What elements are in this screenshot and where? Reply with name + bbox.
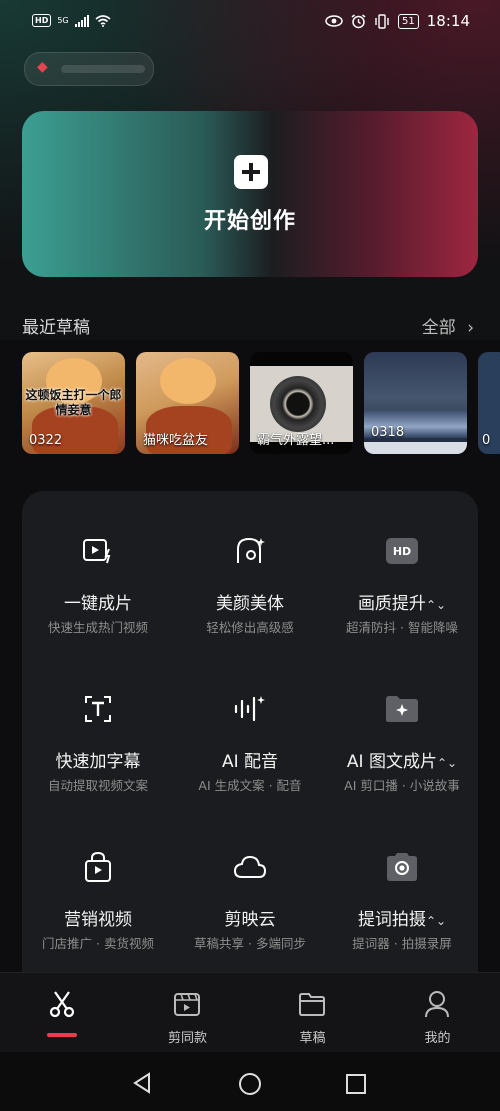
battery-icon: 51 (398, 13, 419, 29)
tool-name: 美颜美体 (216, 594, 284, 614)
folder-sparkle-icon (384, 691, 420, 727)
tool-name: 画质提升 (357, 594, 426, 614)
draft-card[interactable]: 猫咪吃盆友 (136, 352, 239, 454)
draft-caption: 0 (482, 433, 491, 448)
vibrate-icon (375, 13, 389, 29)
tool-name: 剪映云 (224, 910, 276, 930)
expand-chevron-icon: ⌃⌄ (425, 914, 447, 928)
expand-chevron-icon: ⌃⌄ (436, 756, 458, 770)
tool-subtitle: 轻松修出高级感 (206, 620, 294, 635)
blurred-username (61, 65, 145, 73)
tool-quality-enhance[interactable]: HD 画质提升⌃⌄ 超清防抖 · 智能降噪 (326, 491, 478, 635)
tool-subtitle: 草稿共享 · 多端同步 (194, 936, 306, 951)
tool-name-row: AI 图文成片⌃⌄ (326, 747, 478, 772)
all-drafts-link[interactable]: 全部 › (422, 313, 474, 338)
system-nav-bar (0, 1052, 500, 1111)
draft-card[interactable]: 0 (478, 352, 500, 454)
tools-panel: 一键成片 快速生成热门视频 美颜美体 轻松修出高级感 HD 画质提升⌃⌄ 超清防… (22, 491, 478, 1011)
tool-one-click-video[interactable]: 一键成片 快速生成热门视频 (22, 491, 174, 635)
shopping-bag-icon (80, 849, 116, 885)
draft-card[interactable]: 霸气外露望... (250, 352, 353, 454)
tool-name: 提词拍摄 (357, 910, 426, 930)
recents-icon[interactable] (345, 1073, 367, 1095)
plus-icon (234, 155, 268, 189)
tool-ai-image-text-video[interactable]: AI 图文成片⌃⌄ AI 剪口播 · 小说故事 (326, 649, 478, 793)
diamond-icon: ◆ (37, 59, 48, 75)
hd-icon: HD (384, 533, 420, 569)
status-bar: HD 5G 51 18:14 (0, 0, 500, 46)
voice-wave-icon (232, 691, 268, 727)
cat-thumbnail (160, 358, 216, 404)
nav-profile[interactable]: 我的 (375, 973, 500, 1053)
profile-icon (425, 991, 449, 1018)
text-caption-icon (80, 691, 116, 727)
signal-icon (74, 14, 89, 27)
tool-name-row: 画质提升⌃⌄ (326, 589, 478, 614)
scissors-icon (49, 991, 75, 1018)
tool-subtitle: AI 生成文案 · 配音 (198, 778, 302, 793)
back-icon[interactable] (131, 1072, 153, 1094)
play-sparkle-icon (80, 533, 116, 569)
draft-caption: 霸气外露望... (257, 433, 335, 448)
news-ticker (364, 442, 467, 454)
tool-name: 营销视频 (64, 910, 132, 930)
eye-icon (325, 15, 343, 27)
draft-caption: 0318 (371, 425, 405, 440)
tool-subtitle: AI 剪口播 · 小说故事 (344, 778, 460, 793)
hd-tile: HD (386, 538, 418, 564)
tool-name: 快速加字幕 (55, 752, 141, 772)
draft-caption: 猫咪吃盆友 (143, 433, 209, 448)
vip-status-pill[interactable]: ◆ (24, 52, 154, 86)
tool-name: AI 图文成片 (346, 752, 437, 772)
alarm-icon (351, 13, 366, 28)
tool-subtitle: 超清防抖 · 智能降噪 (346, 620, 458, 635)
start-creating-label: 开始创作 (203, 209, 296, 234)
tool-subtitle: 快速生成热门视频 (47, 620, 148, 635)
face-beauty-icon (232, 533, 268, 569)
tool-subtitle: 提词器 · 拍摄录屏 (352, 936, 452, 951)
folder-icon (299, 993, 325, 1016)
camera-icon (384, 849, 420, 885)
home-icon[interactable] (238, 1072, 262, 1096)
wifi-icon (95, 14, 111, 27)
network-type: 5G (57, 16, 69, 25)
tool-name-row: 提词拍摄⌃⌄ (326, 905, 478, 930)
cloud-icon (232, 849, 268, 885)
active-indicator (47, 1033, 77, 1037)
hd-network-badge: HD (32, 14, 52, 27)
chevron-right-icon: › (467, 318, 474, 338)
bottom-nav: 剪同款 草稿 我的 (0, 972, 500, 1053)
nav-edit[interactable] (0, 973, 125, 1053)
tool-cloud[interactable]: 剪映云 草稿共享 · 多端同步 (174, 807, 326, 951)
expand-chevron-icon: ⌃⌄ (425, 598, 447, 612)
nav-label: 我的 (424, 1031, 451, 1046)
tool-auto-subtitles[interactable]: 快速加字幕 自动提取视频文案 (22, 649, 174, 793)
tool-ai-voiceover[interactable]: AI 配音 AI 生成文案 · 配音 (174, 649, 326, 793)
tool-subtitle: 门店推广 · 卖货视频 (42, 936, 154, 951)
all-drafts-label: 全部 (421, 318, 456, 338)
nav-label: 剪同款 (167, 1031, 207, 1046)
nav-label: 草稿 (299, 1031, 326, 1046)
draft-overlay-text: 这顿饭主打一个郎情妾意 (25, 388, 122, 417)
start-creating-button[interactable]: 开始创作 (22, 111, 478, 277)
tool-marketing-video[interactable]: 营销视频 门店推广 · 卖货视频 (22, 807, 174, 951)
tool-subtitle: 自动提取视频文案 (47, 778, 148, 793)
tool-beauty[interactable]: 美颜美体 轻松修出高级感 (174, 491, 326, 635)
clock: 18:14 (426, 12, 470, 30)
template-icon (174, 993, 200, 1016)
tool-teleprompter[interactable]: 提词拍摄⌃⌄ 提词器 · 拍摄录屏 (326, 807, 478, 951)
nav-templates[interactable]: 剪同款 (125, 973, 250, 1053)
scope-image (270, 376, 326, 432)
nav-drafts[interactable]: 草稿 (250, 973, 375, 1053)
tool-name: 一键成片 (64, 594, 132, 614)
recent-drafts-title: 最近草稿 (22, 318, 90, 338)
tool-name: AI 配音 (221, 752, 279, 772)
draft-card[interactable]: 0318 (364, 352, 467, 454)
draft-card[interactable]: 这顿饭主打一个郎情妾意 0322 (22, 352, 125, 454)
draft-caption: 0322 (29, 433, 63, 448)
